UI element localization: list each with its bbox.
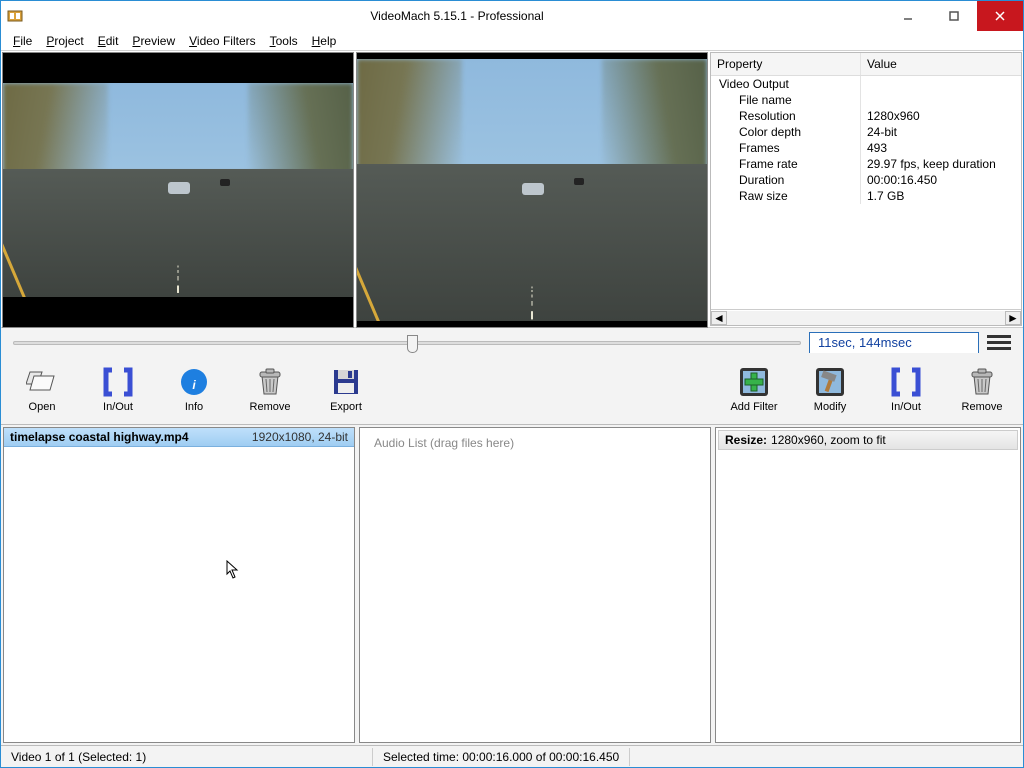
export-button[interactable]: Export <box>319 365 373 413</box>
menu-preview[interactable]: Preview <box>126 32 181 50</box>
video-item-name: timelapse coastal highway.mp4 <box>10 430 252 444</box>
scroll-right-icon[interactable]: ► <box>1005 311 1021 325</box>
video-list-item[interactable]: timelapse coastal highway.mp4 1920x1080,… <box>4 428 354 447</box>
properties-header: Property Value <box>711 53 1021 76</box>
status-left: Video 1 of 1 (Selected: 1) <box>1 748 373 766</box>
addfilter-button[interactable]: Add Filter <box>727 365 781 413</box>
menu-edit[interactable]: Edit <box>92 32 125 50</box>
statusbar: Video 1 of 1 (Selected: 1) Selected time… <box>1 745 1023 767</box>
filter-item-label: Resize: <box>725 433 767 447</box>
brackets-icon <box>889 365 923 399</box>
remove-button[interactable]: Remove <box>243 365 297 413</box>
menu-videofilters[interactable]: Video Filters <box>183 32 261 50</box>
preview-output[interactable] <box>356 52 708 328</box>
filter-item-value: 1280x960, zoom to fit <box>771 433 886 447</box>
maximize-button[interactable] <box>931 1 977 31</box>
scroll-left-icon[interactable]: ◄ <box>711 311 727 325</box>
prop-row-frames[interactable]: Frames493 <box>711 140 1021 156</box>
prop-row-colordepth[interactable]: Color depth24-bit <box>711 124 1021 140</box>
app-window: VideoMach 5.15.1 - Professional File Pro… <box>0 0 1024 768</box>
prop-row-filename[interactable]: File name <box>711 92 1021 108</box>
prop-header-property[interactable]: Property <box>711 53 861 75</box>
timeline-slider[interactable] <box>13 341 801 345</box>
menu-tools[interactable]: Tools <box>264 32 304 50</box>
info-button[interactable]: i Info <box>167 365 221 413</box>
menu-project[interactable]: Project <box>40 32 89 50</box>
audio-list[interactable]: Audio List (drag files here) <box>359 427 711 743</box>
menu-help[interactable]: Help <box>306 32 343 50</box>
inout2-button[interactable]: In/Out <box>879 365 933 413</box>
properties-body: Video Output File name Resolution1280x96… <box>711 76 1021 309</box>
menu-file[interactable]: File <box>7 32 38 50</box>
close-button[interactable] <box>977 1 1023 31</box>
timeline-thumb[interactable] <box>407 335 418 353</box>
prop-header-value[interactable]: Value <box>861 53 1021 75</box>
mouse-cursor-icon <box>226 560 240 580</box>
timeline-row: 11sec, 144msec <box>1 327 1023 353</box>
properties-hscroll[interactable]: ◄ ► <box>711 309 1021 325</box>
remove2-button[interactable]: Remove <box>955 365 1009 413</box>
floppy-icon <box>329 365 363 399</box>
lists-row: timelapse coastal highway.mp4 1920x1080,… <box>1 425 1023 745</box>
video-item-meta: 1920x1080, 24-bit <box>252 430 348 444</box>
open-icon <box>25 365 59 399</box>
prop-row-resolution[interactable]: Resolution1280x960 <box>711 108 1021 124</box>
brackets-icon <box>101 365 135 399</box>
audio-list-placeholder: Audio List (drag files here) <box>360 428 710 458</box>
plus-icon <box>737 365 771 399</box>
prop-group-video-output[interactable]: Video Output <box>711 76 1021 92</box>
trash-icon <box>965 365 999 399</box>
minimize-button[interactable] <box>885 1 931 31</box>
time-display[interactable]: 11sec, 144msec <box>809 332 979 354</box>
hammer-icon <box>813 365 847 399</box>
filter-list-item[interactable]: Resize: 1280x960, zoom to fit <box>718 430 1018 450</box>
preview-row: Property Value Video Output File name Re… <box>1 51 1023 327</box>
filter-list[interactable]: Resize: 1280x960, zoom to fit <box>715 427 1021 743</box>
modify-button[interactable]: Modify <box>803 365 857 413</box>
menubar: File Project Edit Preview Video Filters … <box>1 31 1023 51</box>
prop-row-duration[interactable]: Duration00:00:16.450 <box>711 172 1021 188</box>
prop-row-framerate[interactable]: Frame rate29.97 fps, keep duration <box>711 156 1021 172</box>
properties-panel: Property Value Video Output File name Re… <box>710 52 1022 326</box>
toolbar: Open In/Out i Info Remove Export Add Fil… <box>1 353 1023 425</box>
open-button[interactable]: Open <box>15 365 69 413</box>
trash-icon <box>253 365 287 399</box>
app-icon <box>1 8 29 24</box>
window-title: VideoMach 5.15.1 - Professional <box>29 9 885 23</box>
titlebar[interactable]: VideoMach 5.15.1 - Professional <box>1 1 1023 31</box>
info-icon: i <box>177 365 211 399</box>
preview-source[interactable] <box>2 52 354 328</box>
prop-row-rawsize[interactable]: Raw size1.7 GB <box>711 188 1021 204</box>
inout-button[interactable]: In/Out <box>91 365 145 413</box>
menu-icon[interactable] <box>987 335 1011 350</box>
status-mid: Selected time: 00:00:16.000 of 00:00:16.… <box>373 748 630 766</box>
video-list[interactable]: timelapse coastal highway.mp4 1920x1080,… <box>3 427 355 743</box>
